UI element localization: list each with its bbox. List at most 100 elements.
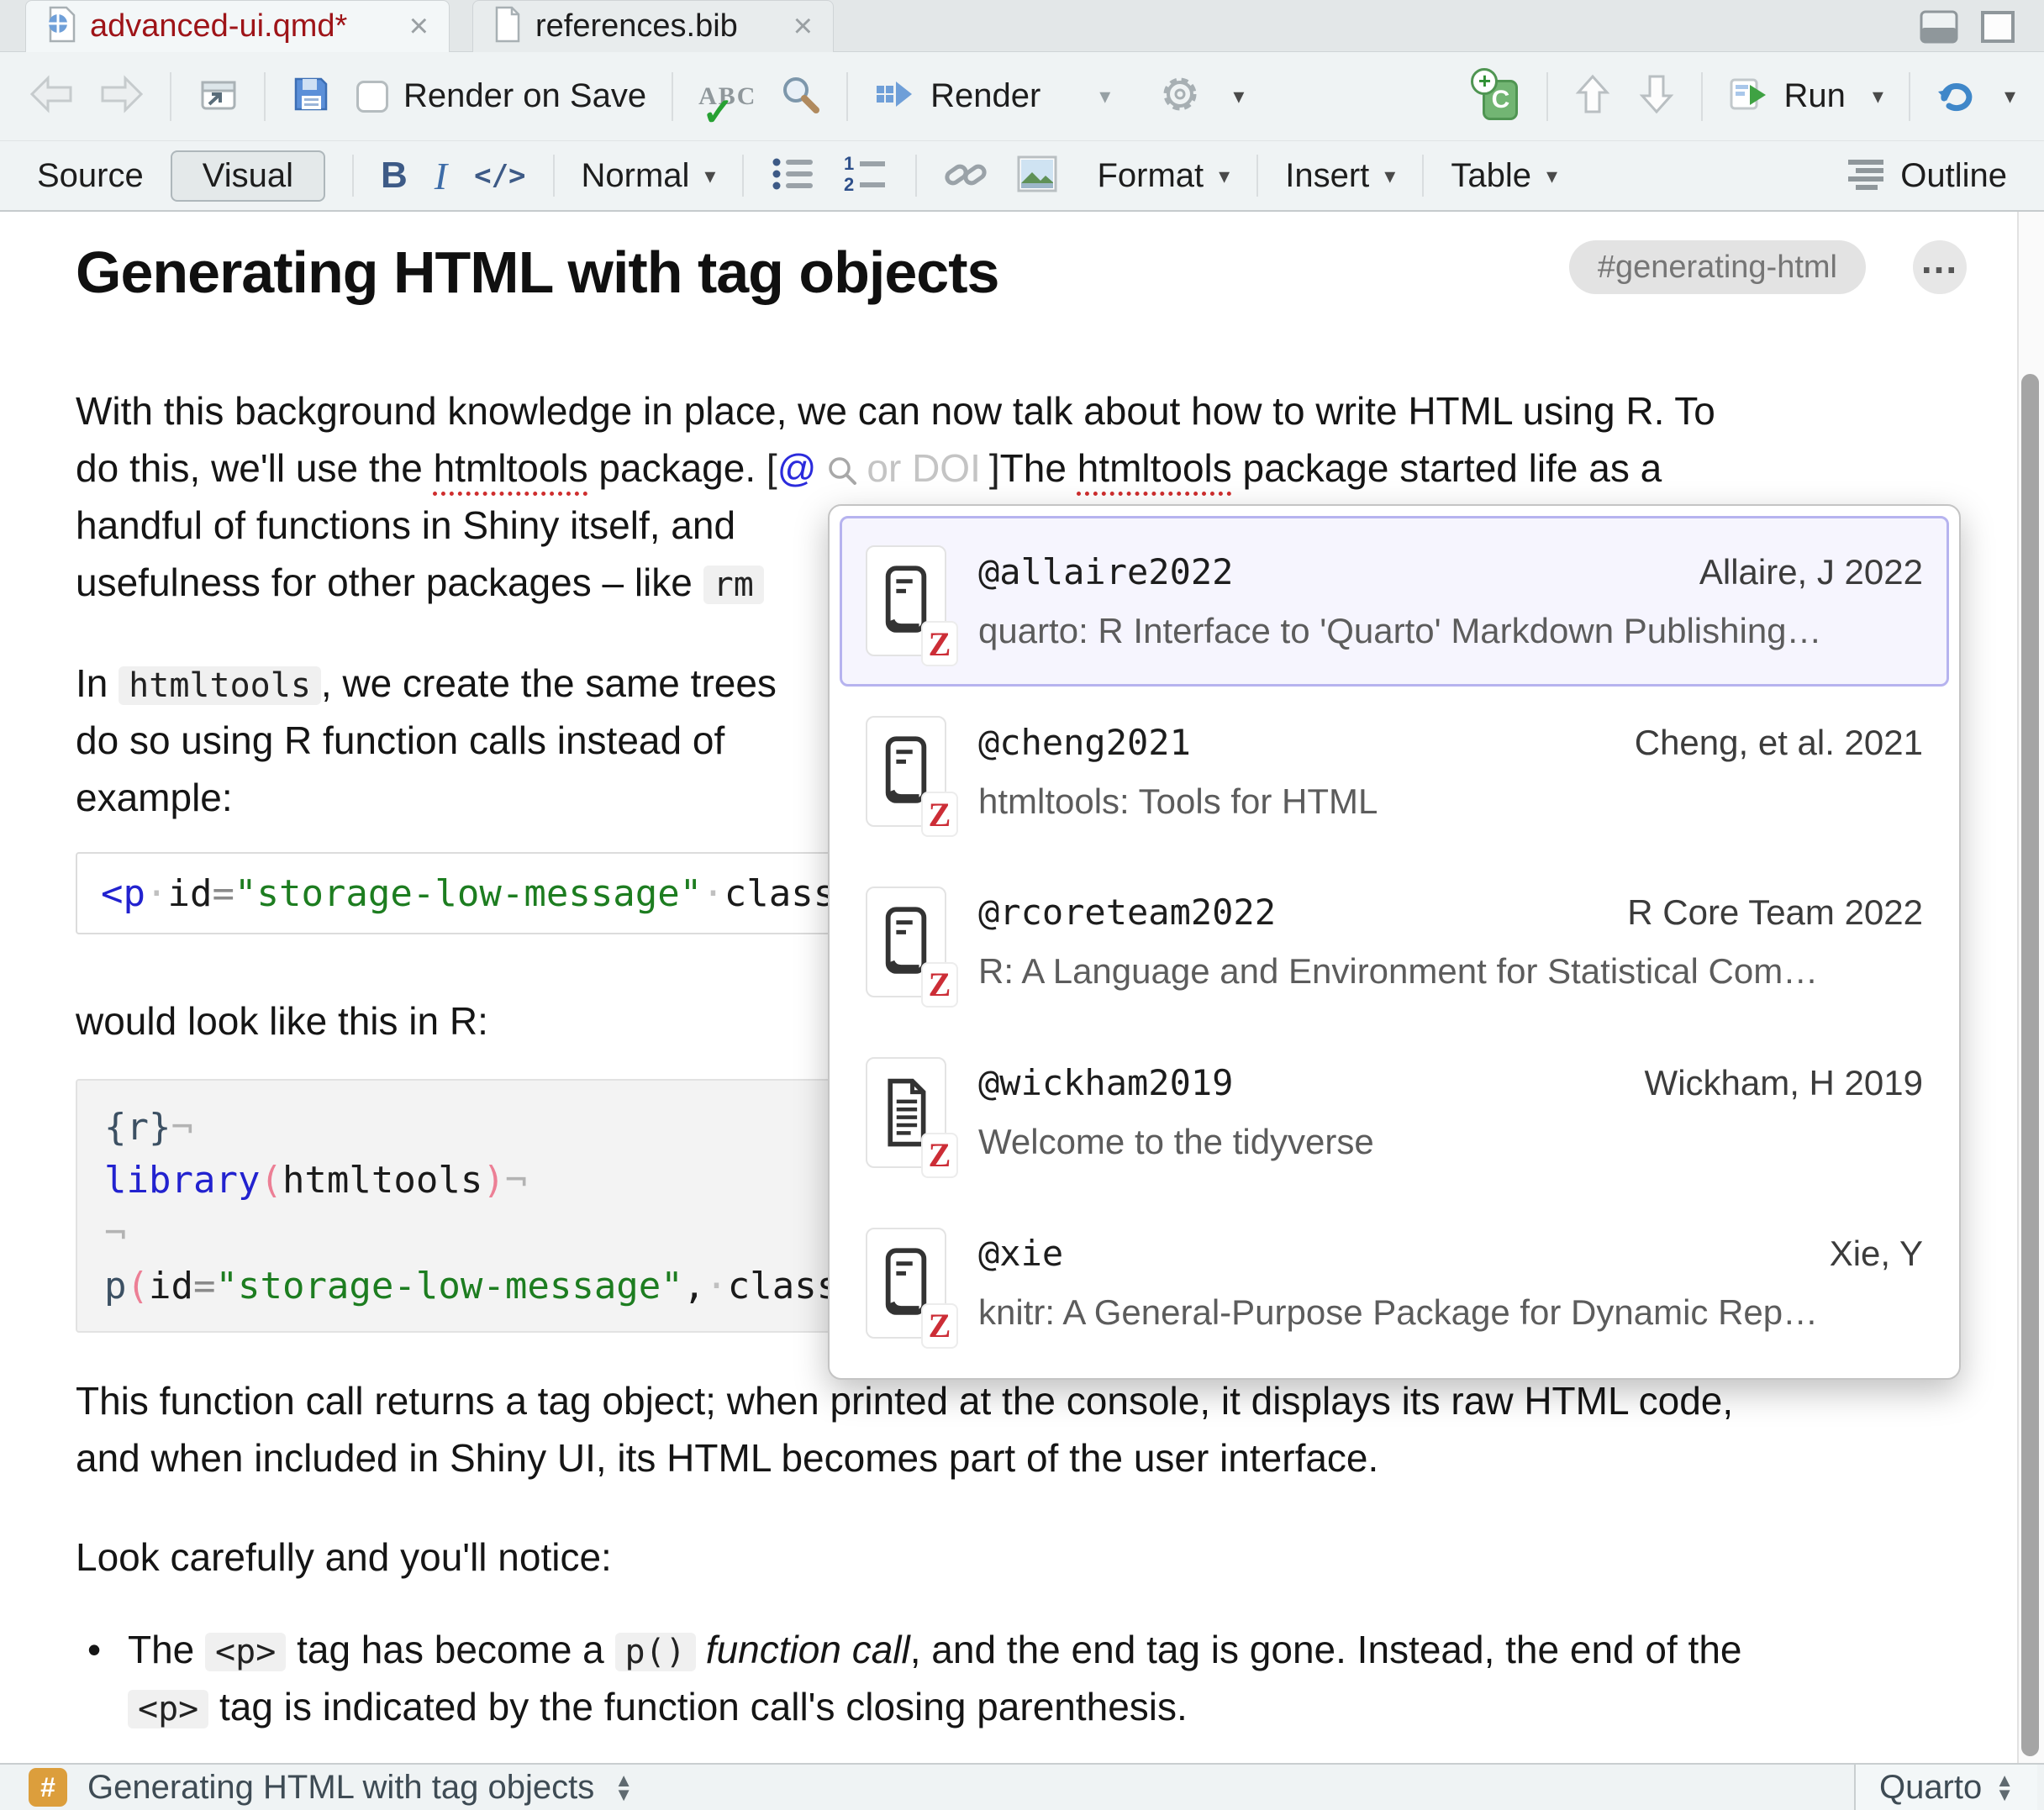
paragraph-line: example: <box>76 775 233 820</box>
citation-author-year: R Core Team 2022 <box>1627 892 1923 933</box>
heading-more-button[interactable]: ... <box>1913 240 1967 294</box>
bullet-marker: • <box>87 1627 101 1672</box>
editor-tab-bar: advanced-ui.qmd* × references.bib × <box>0 0 2044 52</box>
outline-toggle[interactable]: Outline <box>1846 156 2007 196</box>
spellcheck-icon[interactable]: ABC ✓ <box>698 82 754 111</box>
zotero-badge: Z <box>921 1303 958 1349</box>
save-icon[interactable] <box>291 74 331 118</box>
close-icon[interactable]: × <box>409 8 429 45</box>
zotero-badge: Z <box>921 792 958 837</box>
citation-title: knitr: A General-Purpose Package for Dyn… <box>978 1292 1923 1333</box>
rerun-icon[interactable] <box>1936 75 1978 118</box>
link-icon[interactable] <box>944 155 989 197</box>
svg-text:2: 2 <box>844 174 854 193</box>
main-toolbar: Render on Save ABC ✓ Render ▾ ▾ C + Run <box>0 52 2044 141</box>
citation-completion-popup: Z @allaire2022Allaire, J 2022 quarto: R … <box>828 504 1961 1380</box>
document-format-selector[interactable]: Quarto ▲▼ <box>1854 1765 2037 1810</box>
zotero-badge: Z <box>921 621 958 666</box>
citation-author-year: Cheng, et al. 2021 <box>1635 723 1923 763</box>
heading-anchor-badge[interactable]: #generating-html <box>1569 240 1866 294</box>
table-menu[interactable]: Table ▾ <box>1451 157 1557 195</box>
vertical-scrollbar-thumb[interactable] <box>2021 374 2039 1756</box>
search-icon[interactable] <box>779 73 821 119</box>
bullet-line: <p> tag is indicated by the function cal… <box>128 1684 1188 1729</box>
current-section-selector[interactable]: Generating HTML with tag objects <box>87 1769 594 1807</box>
render-icon <box>873 75 915 118</box>
bullet-list-icon[interactable] <box>771 155 816 197</box>
insert-chunk-icon[interactable]: C + <box>1472 71 1521 122</box>
render-dropdown-caret[interactable]: ▾ <box>1099 83 1110 109</box>
source-mode-button[interactable]: Source <box>37 157 144 195</box>
citation-key: @rcoreteam2022 <box>978 892 1276 933</box>
tab-references-bib[interactable]: references.bib × <box>472 0 834 52</box>
book-icon: Z <box>866 1228 946 1339</box>
run-button[interactable]: Run ▾ <box>1728 75 1883 118</box>
toolbar-separator <box>1546 72 1548 121</box>
open-in-new-window-icon[interactable] <box>197 75 239 118</box>
toolbar-separator <box>1701 72 1703 121</box>
toolbar-separator <box>846 72 848 121</box>
minimize-pane-icon[interactable] <box>1920 10 1958 48</box>
paragraph-line: This function call returns a tag object;… <box>76 1378 1733 1423</box>
italic-button[interactable]: I <box>435 154 447 198</box>
rerun-dropdown-caret[interactable]: ▾ <box>2004 83 2015 109</box>
section-selector-arrows-icon[interactable]: ▲▼ <box>614 1773 633 1802</box>
go-to-previous-chunk-icon[interactable] <box>1573 73 1612 119</box>
citation-title: htmltools: Tools for HTML <box>978 781 1923 822</box>
forward-icon[interactable] <box>99 75 145 118</box>
gear-icon[interactable] <box>1159 73 1201 119</box>
toolbar-separator <box>1909 72 1910 121</box>
bullet-line: The <p> tag has become a p()function cal… <box>128 1627 1741 1672</box>
heading-hash-icon: # <box>29 1768 67 1807</box>
insert-menu[interactable]: Insert ▾ <box>1285 157 1395 195</box>
run-label: Run <box>1783 77 1845 115</box>
inline-code: <p> <box>128 1690 208 1728</box>
render-button[interactable]: Render <box>873 75 1040 118</box>
visual-mode-button[interactable]: Visual <box>171 150 325 202</box>
back-icon[interactable] <box>29 75 74 118</box>
settings-dropdown-caret[interactable]: ▾ <box>1233 83 1244 109</box>
citation-author-year: Allaire, J 2022 <box>1699 552 1923 592</box>
citation-key: @cheng2021 <box>978 722 1191 763</box>
format-menu[interactable]: Format ▾ <box>1097 157 1230 195</box>
render-on-save-checkbox[interactable] <box>356 81 388 113</box>
citation-author-year: Wickham, H 2019 <box>1645 1063 1923 1103</box>
paragraph-line-with-citation: do this, we'll use the htmltools package… <box>76 445 1662 491</box>
code-button[interactable]: </> <box>474 159 525 192</box>
paragraph-line: Look carefully and you'll notice: <box>76 1534 612 1580</box>
citation-item-cheng2021[interactable]: Z @cheng2021 Cheng, et al. 2021 htmltools… <box>840 687 1949 857</box>
maximize-pane-icon[interactable] <box>1980 10 2015 48</box>
citation-placeholder: or DOI <box>867 446 980 490</box>
paragraph-line: and when included in Shiny UI, its HTML … <box>76 1435 1378 1481</box>
file-icon <box>493 6 522 47</box>
tab-advanced-ui-qmd[interactable]: advanced-ui.qmd* × <box>25 0 450 52</box>
citation-at-marker: @ <box>777 446 817 490</box>
inline-code: htmltools <box>119 666 321 705</box>
tab-title: advanced-ui.qmd* <box>90 8 347 45</box>
image-icon[interactable] <box>1016 155 1058 197</box>
bold-button[interactable]: B <box>381 155 408 197</box>
article-icon: Z <box>866 1057 946 1168</box>
citation-item-xie[interactable]: Z @xieXie, Y knitr: A General-Purpose Pa… <box>840 1197 1949 1368</box>
tab-title: references.bib <box>535 8 738 45</box>
citation-search-icon <box>826 446 858 490</box>
paragraph-style-select[interactable]: Normal ▾ <box>582 157 716 195</box>
citation-item-allaire2022[interactable]: Z @allaire2022Allaire, J 2022 quarto: R … <box>840 516 1949 687</box>
paragraph-line: In htmltools, we create the same trees <box>76 660 777 706</box>
close-icon[interactable]: × <box>793 8 813 45</box>
go-to-next-chunk-icon[interactable] <box>1637 73 1676 119</box>
toolbar-separator <box>170 72 171 121</box>
book-icon: Z <box>866 545 946 656</box>
citation-item-rcoreteam2022[interactable]: Z @rcoreteam2022R Core Team 2022 R: A La… <box>840 857 1949 1028</box>
citation-item-wickham2019[interactable]: Z @wickham2019Wickham, H 2019 Welcome to… <box>840 1027 1949 1197</box>
toolbar-separator <box>915 155 917 197</box>
toolbar-separator <box>672 72 673 121</box>
editor-status-bar: # Generating HTML with tag objects ▲▼ Qu… <box>0 1763 2044 1810</box>
numbered-list-icon[interactable]: 12 <box>843 155 888 197</box>
citation-key: @wickham2019 <box>978 1062 1233 1103</box>
run-chunk-icon <box>1728 75 1768 118</box>
render-on-save-group: Render on Save <box>356 77 646 115</box>
run-dropdown-caret[interactable]: ▾ <box>1873 83 1883 109</box>
format-selector-arrows-icon: ▲▼ <box>1995 1773 2014 1802</box>
zotero-badge: Z <box>921 1133 958 1178</box>
